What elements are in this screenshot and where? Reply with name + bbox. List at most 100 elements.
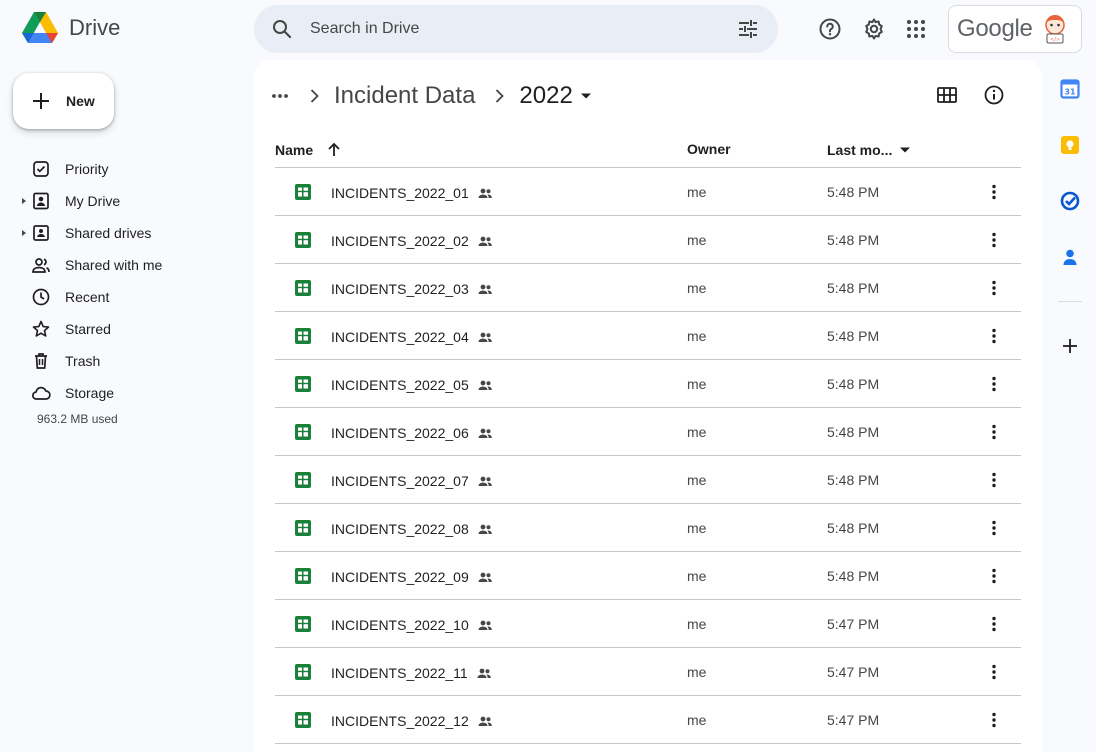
priority-icon <box>33 161 49 177</box>
more-vertical-icon[interactable] <box>984 566 1004 586</box>
more-vertical-icon[interactable] <box>984 710 1004 730</box>
column-owner-label: Owner <box>687 141 731 157</box>
file-name[interactable]: INCIDENTS_2022_10 <box>331 616 494 634</box>
breadcrumb-parent[interactable]: Incident Data <box>334 82 475 110</box>
more-vertical-icon[interactable] <box>984 422 1004 442</box>
table-row[interactable]: INCIDENTS_2022_12 me 5:47 PM <box>275 696 1021 744</box>
more-vertical-icon[interactable] <box>984 470 1004 490</box>
sheets-file-icon <box>295 664 311 680</box>
table-row[interactable]: INCIDENTS_2022_11 me 5:47 PM <box>275 648 1021 696</box>
sidebar-item-label: Storage <box>65 385 115 401</box>
new-button[interactable]: New <box>13 73 114 129</box>
sidebar-nav: Priority My Drive Shared drives Shared w… <box>0 153 240 409</box>
sidebar-item-storage[interactable]: Storage <box>0 377 240 409</box>
file-owner: me <box>687 328 707 344</box>
caret-down-icon[interactable] <box>896 141 914 159</box>
sidebar-item-trash[interactable]: Trash <box>0 345 240 377</box>
file-name[interactable]: INCIDENTS_2022_07 <box>331 472 494 490</box>
more-vertical-icon[interactable] <box>984 182 1004 202</box>
file-owner: me <box>687 664 707 680</box>
file-name[interactable]: INCIDENTS_2022_03 <box>331 280 494 298</box>
more-vertical-icon[interactable] <box>984 278 1004 298</box>
column-last-modified[interactable]: Last mo... <box>827 141 914 159</box>
column-name[interactable]: Name <box>275 141 343 159</box>
add-addon-plus-icon[interactable] <box>1060 336 1080 356</box>
sidebar-item-shared-with-me[interactable]: Shared with me <box>0 249 240 281</box>
sidebar-item-my-drive[interactable]: My Drive <box>0 185 240 217</box>
expand-caret-icon[interactable] <box>21 230 27 236</box>
column-owner[interactable]: Owner <box>687 141 731 157</box>
more-vertical-icon[interactable] <box>984 374 1004 394</box>
sidebar-item-recent[interactable]: Recent <box>0 281 240 313</box>
tasks-icon[interactable] <box>1060 191 1080 211</box>
file-name[interactable]: INCIDENTS_2022_04 <box>331 328 494 346</box>
more-vertical-icon[interactable] <box>984 518 1004 538</box>
shared-with-me-icon <box>32 258 50 273</box>
table-row[interactable]: INCIDENTS_2022_01 me 5:48 PM <box>275 168 1021 216</box>
file-name[interactable]: INCIDENTS_2022_01 <box>331 184 494 202</box>
file-name[interactable]: INCIDENTS_2022_12 <box>331 712 494 730</box>
file-name[interactable]: INCIDENTS_2022_06 <box>331 424 494 442</box>
table-row[interactable]: INCIDENTS_2022_10 me 5:47 PM <box>275 600 1021 648</box>
file-name-text: INCIDENTS_2022_03 <box>331 281 469 297</box>
more-horizontal-icon[interactable] <box>270 86 290 106</box>
caret-down-icon[interactable] <box>579 89 593 103</box>
grid-view-icon[interactable] <box>936 84 958 106</box>
more-vertical-icon[interactable] <box>984 614 1004 634</box>
sheets-file-icon <box>295 376 311 392</box>
file-last-modified: 5:48 PM <box>827 376 880 392</box>
my-drive-icon <box>33 192 49 210</box>
search-options-icon[interactable] <box>736 17 760 41</box>
shared-people-icon <box>478 572 492 582</box>
new-button-label: New <box>66 93 95 109</box>
settings-gear-icon[interactable] <box>862 17 886 41</box>
table-row[interactable]: INCIDENTS_2022_02 me 5:48 PM <box>275 216 1021 264</box>
cloud-icon <box>31 386 51 400</box>
avatar: </> <box>1044 15 1065 44</box>
storage-used-text: 963.2 MB used <box>37 412 118 426</box>
keep-icon[interactable] <box>1060 135 1080 155</box>
table-row[interactable]: INCIDENTS_2022_04 me 5:48 PM <box>275 312 1021 360</box>
apps-grid-icon[interactable] <box>904 17 928 41</box>
table-row[interactable]: INCIDENTS_2022_05 me 5:48 PM <box>275 360 1021 408</box>
file-name[interactable]: INCIDENTS_2022_11 <box>331 664 493 682</box>
drive-logo[interactable]: Drive <box>22 12 120 44</box>
plus-icon <box>33 93 49 109</box>
more-vertical-icon[interactable] <box>984 230 1004 250</box>
shared-people-icon <box>478 236 492 246</box>
account-switcher[interactable]: Google </> <box>948 5 1082 53</box>
file-name[interactable]: INCIDENTS_2022_08 <box>331 520 494 538</box>
breadcrumb-current[interactable]: 2022 <box>519 82 572 110</box>
expand-caret-icon[interactable] <box>21 198 27 204</box>
file-name[interactable]: INCIDENTS_2022_05 <box>331 376 494 394</box>
sidebar-item-starred[interactable]: Starred <box>0 313 240 345</box>
table-row[interactable]: INCIDENTS_2022_03 me 5:48 PM <box>275 264 1021 312</box>
help-icon[interactable] <box>818 17 842 41</box>
info-icon[interactable] <box>983 84 1005 106</box>
breadcrumb: Incident Data 2022 <box>270 78 593 114</box>
table-row[interactable]: INCIDENTS_2022_06 me 5:48 PM <box>275 408 1021 456</box>
file-owner: me <box>687 280 707 296</box>
search-input[interactable] <box>310 20 710 38</box>
sidebar-item-shared-drives[interactable]: Shared drives <box>0 217 240 249</box>
calendar-icon[interactable]: 31 <box>1060 79 1080 99</box>
table-row[interactable]: INCIDENTS_2022_08 me 5:48 PM <box>275 504 1021 552</box>
svg-text:</>: </> <box>1050 37 1059 43</box>
calendar-day: 31 <box>1064 88 1076 97</box>
file-name[interactable]: INCIDENTS_2022_09 <box>331 568 494 586</box>
sheets-file-icon <box>295 472 311 488</box>
file-name[interactable]: INCIDENTS_2022_02 <box>331 232 494 250</box>
table-row[interactable]: INCIDENTS_2022_09 me 5:48 PM <box>275 552 1021 600</box>
sort-arrow-up-icon[interactable] <box>325 141 343 159</box>
more-vertical-icon[interactable] <box>984 662 1004 682</box>
search-bar[interactable] <box>254 5 778 53</box>
search-icon[interactable] <box>270 17 294 41</box>
more-vertical-icon[interactable] <box>984 326 1004 346</box>
shared-people-icon <box>478 620 492 630</box>
sidebar-item-priority[interactable]: Priority <box>0 153 240 185</box>
contacts-icon[interactable] <box>1060 247 1080 267</box>
file-last-modified: 5:48 PM <box>827 424 880 440</box>
file-name-text: INCIDENTS_2022_10 <box>331 617 469 633</box>
shared-people-icon <box>478 284 492 294</box>
table-row[interactable]: INCIDENTS_2022_07 me 5:48 PM <box>275 456 1021 504</box>
